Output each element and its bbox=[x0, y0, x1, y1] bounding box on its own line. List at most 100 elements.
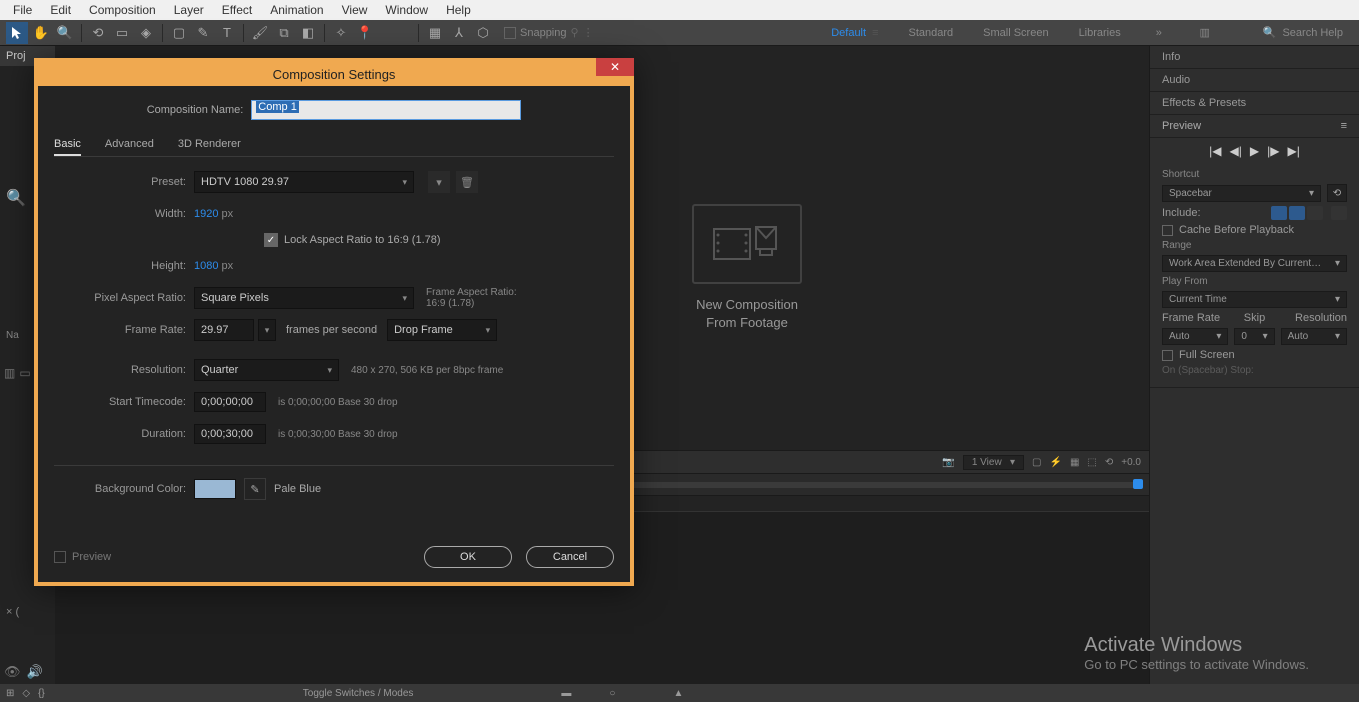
workspace-standard[interactable]: Standard bbox=[908, 27, 953, 39]
camera-icon[interactable]: 📷 bbox=[942, 457, 954, 468]
clone-tool-icon[interactable]: ⧉ bbox=[273, 22, 295, 44]
zoom-tool-icon[interactable]: 🔍 bbox=[54, 22, 76, 44]
comp-name-input[interactable]: Comp 1 bbox=[251, 100, 521, 120]
menu-effect[interactable]: Effect bbox=[213, 1, 261, 19]
width-value[interactable]: 1920 bbox=[194, 208, 218, 220]
search-help[interactable]: 🔍 Search Help bbox=[1263, 26, 1343, 39]
hand-tool-icon[interactable]: ✋ bbox=[30, 22, 52, 44]
project-bin-icon[interactable]: ▥ bbox=[4, 366, 15, 380]
next-frame-icon[interactable]: |▶ bbox=[1267, 144, 1279, 158]
camera-tool-icon[interactable]: ▭ bbox=[111, 22, 133, 44]
last-frame-icon[interactable]: ▶| bbox=[1287, 144, 1299, 158]
fps-dropdown[interactable]: ▾ bbox=[258, 319, 276, 341]
preset-select[interactable]: HDTV 1080 29.97▾ bbox=[194, 171, 414, 193]
snapping-checkbox[interactable] bbox=[504, 27, 516, 39]
type-tool-icon[interactable]: T bbox=[216, 22, 238, 44]
height-value[interactable]: 1080 bbox=[194, 260, 218, 272]
timeline-end-marker[interactable] bbox=[1133, 479, 1143, 489]
workspace-default[interactable]: Default bbox=[831, 27, 866, 39]
panel-info[interactable]: Info bbox=[1150, 46, 1359, 69]
panel-effects-presets[interactable]: Effects & Presets bbox=[1150, 92, 1359, 115]
playfrom-select[interactable]: Current Time▾ bbox=[1162, 291, 1347, 308]
menu-help[interactable]: Help bbox=[437, 1, 480, 19]
project-search-icon[interactable]: 🔍 bbox=[6, 188, 24, 206]
exposure-reset-icon[interactable]: ⟲ bbox=[1105, 457, 1113, 468]
view-layout-select[interactable]: 1 View ▾ bbox=[963, 455, 1024, 470]
zoom-out-icon[interactable]: ▬ bbox=[561, 688, 571, 699]
workspace-small-screen[interactable]: Small Screen bbox=[983, 27, 1048, 39]
comp-resolution-select[interactable]: Quarter▾ bbox=[194, 359, 339, 381]
first-frame-icon[interactable]: |◀ bbox=[1209, 144, 1221, 158]
play-icon[interactable]: ▶ bbox=[1250, 144, 1259, 158]
audio-icon[interactable]: 👁 bbox=[4, 664, 21, 680]
resolution-select[interactable]: Auto▾ bbox=[1281, 328, 1347, 345]
panel-preview[interactable]: Preview≡ bbox=[1150, 115, 1359, 138]
include-overlay-icon[interactable] bbox=[1307, 206, 1323, 220]
lock-aspect-checkbox[interactable]: ✓ bbox=[264, 233, 278, 247]
par-select[interactable]: Square Pixels▾ bbox=[194, 287, 414, 309]
toggle-switches-button[interactable]: Toggle Switches / Modes bbox=[303, 688, 414, 699]
start-tc-input[interactable]: 0;00;00;00 bbox=[194, 392, 266, 412]
eraser-tool-icon[interactable]: ◧ bbox=[297, 22, 319, 44]
dialog-close-button[interactable]: ✕ bbox=[596, 58, 634, 76]
tab-3d-renderer[interactable]: 3D Renderer bbox=[178, 138, 241, 150]
rect-tool-icon[interactable]: ▢ bbox=[168, 22, 190, 44]
shortcut-reset-icon[interactable]: ⟲ bbox=[1327, 184, 1347, 202]
preset-delete-icon[interactable]: 🗑 bbox=[456, 171, 478, 193]
status-icon-2[interactable]: ◇ bbox=[22, 688, 30, 699]
region-icon[interactable]: ⬚ bbox=[1087, 457, 1096, 468]
shortcut-select[interactable]: Spacebar▾ bbox=[1162, 185, 1321, 202]
menu-view[interactable]: View bbox=[333, 1, 377, 19]
new-comp-footage-icon[interactable] bbox=[692, 204, 802, 284]
local-axis-icon[interactable]: ⬡ bbox=[472, 22, 494, 44]
snapping-magnet-icon[interactable]: ⚲ bbox=[571, 26, 579, 39]
workspace-panel-icon[interactable]: ▥ bbox=[1197, 25, 1213, 41]
fps-input[interactable]: 29.97 bbox=[194, 319, 254, 341]
workspace-libraries[interactable]: Libraries bbox=[1079, 27, 1121, 39]
cancel-button[interactable]: Cancel bbox=[526, 546, 614, 568]
bgcolor-swatch[interactable] bbox=[194, 479, 236, 499]
roto-tool-icon[interactable]: ✧ bbox=[330, 22, 352, 44]
pan-behind-tool-icon[interactable]: ◈ bbox=[135, 22, 157, 44]
preset-save-icon[interactable]: ▾ bbox=[428, 171, 450, 193]
fullscreen-checkbox[interactable] bbox=[1162, 350, 1173, 361]
loop-icon[interactable] bbox=[1331, 206, 1347, 220]
menu-layer[interactable]: Layer bbox=[165, 1, 213, 19]
workspace-menu-icon[interactable]: ≡ bbox=[872, 27, 878, 39]
menu-window[interactable]: Window bbox=[376, 1, 437, 19]
menu-composition[interactable]: Composition bbox=[80, 1, 165, 19]
workspace-overflow-icon[interactable]: » bbox=[1151, 25, 1167, 41]
menu-edit[interactable]: Edit bbox=[41, 1, 80, 19]
snapping-toggle[interactable]: Snapping ⚲ ⋮ bbox=[504, 26, 594, 39]
eyedropper-icon[interactable]: ✎ bbox=[244, 478, 266, 500]
timeline-none-tab[interactable]: × ( bbox=[0, 604, 55, 620]
brush-tool-icon[interactable]: 🖌 bbox=[249, 22, 271, 44]
panel-menu-icon[interactable]: ≡ bbox=[1341, 120, 1347, 132]
pen-tool-icon[interactable]: ✎ bbox=[192, 22, 214, 44]
range-select[interactable]: Work Area Extended By Current…▾ bbox=[1162, 255, 1347, 272]
fast-preview-icon[interactable]: ⚡ bbox=[1050, 457, 1062, 468]
prev-frame-icon[interactable]: ◀| bbox=[1230, 144, 1242, 158]
speaker-icon[interactable]: 🔊 bbox=[27, 664, 43, 680]
selection-tool-icon[interactable] bbox=[6, 22, 28, 44]
tab-basic[interactable]: Basic bbox=[54, 138, 81, 156]
preview-checkbox[interactable] bbox=[54, 551, 66, 563]
ok-button[interactable]: OK bbox=[424, 546, 512, 568]
orbit-tool-icon[interactable]: ⟲ bbox=[87, 22, 109, 44]
zoom-handle-icon[interactable]: ○ bbox=[609, 688, 615, 699]
dropframe-select[interactable]: Drop Frame▾ bbox=[387, 319, 497, 341]
cache-checkbox[interactable] bbox=[1162, 225, 1173, 236]
project-bpc-icon[interactable]: ▭ bbox=[19, 366, 30, 380]
status-icon-3[interactable]: {} bbox=[38, 688, 45, 699]
menu-animation[interactable]: Animation bbox=[261, 1, 332, 19]
puppet-tool-icon[interactable]: 📍 bbox=[354, 22, 376, 44]
pixel-aspect-icon[interactable]: ▢ bbox=[1032, 457, 1041, 468]
menu-file[interactable]: File bbox=[4, 1, 41, 19]
framerate-select[interactable]: Auto▾ bbox=[1162, 328, 1228, 345]
zoom-in-icon[interactable]: ▲ bbox=[673, 688, 683, 699]
mesh-icon[interactable]: ▦ bbox=[424, 22, 446, 44]
tab-advanced[interactable]: Advanced bbox=[105, 138, 154, 150]
axis-icon[interactable]: ⅄ bbox=[448, 22, 470, 44]
snapping-options-icon[interactable]: ⋮ bbox=[583, 26, 594, 39]
skip-select[interactable]: 0▾ bbox=[1234, 328, 1274, 345]
